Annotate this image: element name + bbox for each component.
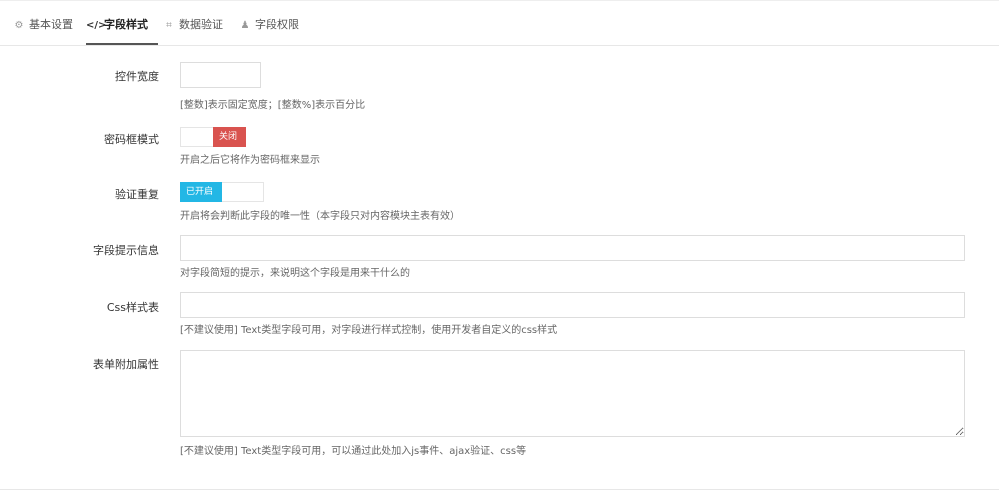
tab-data-validation[interactable]: ⌗ 数据验证: [163, 0, 223, 44]
unique-check-help: 开启将会判断此字段的唯一性（本字段只对内容模块主表有效）: [180, 211, 460, 222]
css-label: Css样式表: [106, 301, 159, 314]
user-icon: ♟: [240, 20, 250, 31]
tab-basic-settings[interactable]: ⚙ 基本设置: [13, 0, 73, 44]
code-icon: </>: [86, 20, 107, 31]
password-mode-switch[interactable]: 关闭: [180, 127, 246, 147]
tips-label: 字段提示信息: [93, 244, 159, 257]
tab-field-permission[interactable]: ♟ 字段权限: [239, 0, 299, 44]
password-mode-help: 开启之后它将作为密码框来显示: [180, 155, 320, 166]
tab-label: 字段样式: [104, 18, 148, 31]
gear-icon: ⚙: [14, 20, 24, 31]
css-input[interactable]: [180, 292, 965, 318]
width-input[interactable]: [180, 62, 261, 88]
tab-label: 数据验证: [179, 18, 223, 31]
unique-check-switch[interactable]: 已开启: [180, 182, 264, 202]
tips-input[interactable]: [180, 235, 965, 261]
tab-label: 字段权限: [255, 18, 299, 31]
tab-bar: ⚙ 基本设置 </>字段样式 ⌗ 数据验证 ♟ 字段权限: [0, 0, 999, 46]
switch-on-label: 已开启: [180, 182, 222, 202]
attrs-label: 表单附加属性: [93, 358, 159, 371]
attrs-textarea[interactable]: [180, 350, 965, 437]
width-help: [整数]表示固定宽度；[整数%]表示百分比: [180, 100, 366, 111]
password-mode-label: 密码框模式: [104, 133, 159, 146]
tips-help: 对字段简短的提示，来说明这个字段是用来干什么的: [180, 268, 410, 279]
width-label: 控件宽度: [115, 70, 159, 83]
attrs-help: [不建议使用] Text类型字段可用，可以通过此处加入js事件、ajax验证、c…: [180, 446, 527, 457]
tab-field-style[interactable]: </>字段样式: [86, 0, 158, 45]
unique-check-label: 验证重复: [115, 188, 159, 201]
css-help: [不建议使用] Text类型字段可用，对字段进行样式控制，使用开发者自定义的cs…: [180, 325, 558, 336]
crop-icon: ⌗: [166, 20, 172, 31]
tab-label: 基本设置: [29, 18, 73, 31]
switch-off-label: 关闭: [213, 127, 246, 147]
